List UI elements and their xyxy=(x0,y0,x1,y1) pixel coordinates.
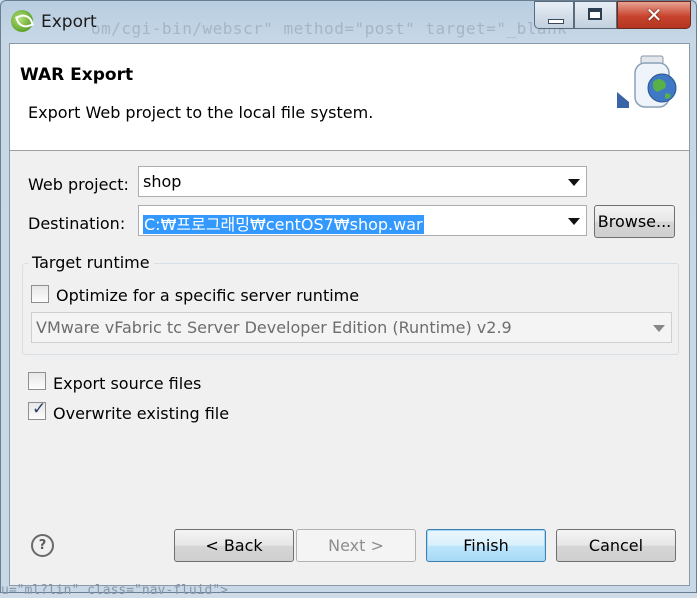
back-button[interactable]: < Back xyxy=(174,529,294,562)
minimize-button[interactable] xyxy=(534,1,574,29)
background-code-text: om/cgi-bin/webscr" method="post" target=… xyxy=(91,19,568,38)
destination-value[interactable]: C:₩프로그래밍₩centOS7₩shop.war xyxy=(143,215,424,234)
optimize-runtime-label[interactable]: Optimize for a specific server runtime xyxy=(56,286,359,305)
export-dialog-window: om/cgi-bin/webscr" method="post" target=… xyxy=(0,0,697,598)
export-source-checkbox[interactable] xyxy=(28,372,46,390)
web-project-combo[interactable]: shop xyxy=(138,166,587,197)
wizard-title: WAR Export xyxy=(20,65,134,85)
target-runtime-title: Target runtime xyxy=(28,253,154,272)
chevron-down-icon xyxy=(653,325,665,332)
finish-button[interactable]: Finish xyxy=(426,529,546,562)
help-icon[interactable]: ? xyxy=(31,534,54,557)
export-source-label[interactable]: Export source files xyxy=(53,374,201,393)
close-button[interactable]: ✕ xyxy=(617,1,691,29)
overwrite-checkbox[interactable]: ✓ xyxy=(28,399,47,420)
wizard-header: WAR Export Export Web project to the loc… xyxy=(10,44,689,151)
server-runtime-combo: VMware vFabric tc Server Developer Editi… xyxy=(31,312,672,343)
overwrite-label[interactable]: Overwrite existing file xyxy=(53,404,229,423)
window-title: Export xyxy=(41,12,97,32)
destination-label: Destination: xyxy=(28,214,126,233)
destination-value-wrap: C:₩프로그래밍₩centOS7₩shop.war xyxy=(143,211,424,235)
next-button[interactable]: Next > xyxy=(296,529,416,562)
chevron-down-icon[interactable] xyxy=(568,179,580,186)
cancel-button[interactable]: Cancel xyxy=(556,529,676,562)
jar-globe-icon xyxy=(615,50,689,110)
app-icon xyxy=(11,10,33,32)
title-bar[interactable]: om/cgi-bin/webscr" method="post" target=… xyxy=(1,1,696,43)
close-icon: ✕ xyxy=(645,3,663,27)
checkmark-icon: ✓ xyxy=(32,399,47,419)
wizard-description: Export Web project to the local file sys… xyxy=(28,103,374,122)
chevron-down-icon[interactable] xyxy=(568,218,580,225)
minimize-icon xyxy=(548,19,564,24)
maximize-icon xyxy=(588,8,602,20)
bottom-background-code: u="ml?lin" class="nav-fluid"> xyxy=(1,583,228,598)
web-project-label: Web project: xyxy=(28,175,129,194)
dialog-client-area: WAR Export Export Web project to the loc… xyxy=(9,43,690,586)
server-runtime-value: VMware vFabric tc Server Developer Editi… xyxy=(36,318,512,337)
web-project-value: shop xyxy=(143,172,182,191)
optimize-runtime-checkbox[interactable] xyxy=(31,285,49,303)
browse-button[interactable]: Browse... xyxy=(594,205,675,238)
destination-combo[interactable]: C:₩프로그래밍₩centOS7₩shop.war xyxy=(138,205,587,236)
maximize-button[interactable] xyxy=(574,1,617,29)
